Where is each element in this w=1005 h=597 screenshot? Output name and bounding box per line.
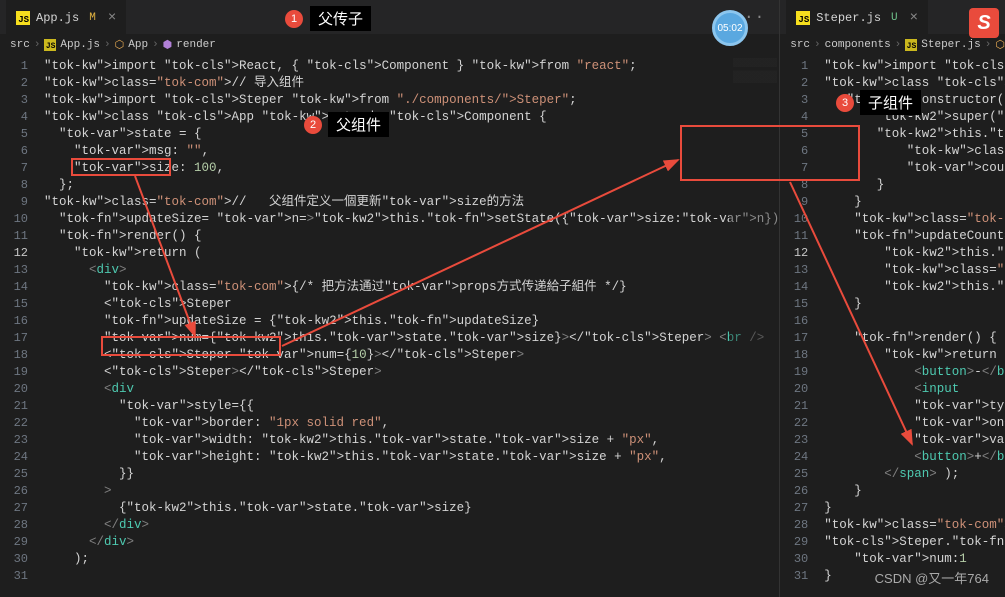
tab-modified-badge: M [89, 12, 96, 24]
editor-pane-left: JS App.js M × ··· src› JS App.js› ⬡App› … [0, 0, 780, 597]
code-content[interactable]: "tok-kw">import "tok-cls">React, { "tok-… [40, 56, 779, 597]
watermark: CSDN @又一年764 [875, 568, 989, 587]
tab-untracked-badge: U [891, 12, 898, 24]
tab-steper-js[interactable]: JS Steper.js U × [786, 0, 928, 34]
tab-app-js[interactable]: JS App.js M × [6, 0, 126, 34]
line-gutter: 1234567891011121314151617181920212223242… [0, 56, 40, 597]
close-icon[interactable]: × [108, 10, 116, 26]
js-icon: JS [16, 11, 30, 25]
annotation-parent-to-child: 父传子 [310, 6, 371, 31]
annotation-badge-2: 2 [304, 116, 322, 134]
js-icon: JS [44, 39, 56, 51]
sogou-icon: S [969, 8, 999, 38]
annotation-parent-component: 父组件 [328, 112, 389, 137]
tab-label: Steper.js [816, 11, 881, 25]
minimap[interactable] [729, 56, 779, 597]
breadcrumb-left[interactable]: src› JS App.js› ⬡App› ⬢render [0, 34, 779, 56]
code-content[interactable]: "tok-kw">import "tok-cls">React, { "tok-… [820, 56, 1005, 597]
code-editor-left[interactable]: 1234567891011121314151617181920212223242… [0, 56, 779, 597]
line-gutter: 1234567891011121314151617181920212223242… [780, 56, 820, 597]
code-editor-right[interactable]: 1234567891011121314151617181920212223242… [780, 56, 1005, 597]
tab-bar-left: JS App.js M × ··· [0, 0, 779, 34]
annotation-child-component: 子组件 [860, 90, 921, 115]
tab-label: App.js [36, 11, 79, 25]
js-icon: JS [905, 39, 917, 51]
close-icon[interactable]: × [910, 10, 918, 26]
timer-badge: 05:02 [712, 10, 748, 46]
js-icon: JS [796, 11, 810, 25]
annotation-badge-1: 1 [285, 10, 303, 28]
annotation-badge-3: 3 [836, 94, 854, 112]
